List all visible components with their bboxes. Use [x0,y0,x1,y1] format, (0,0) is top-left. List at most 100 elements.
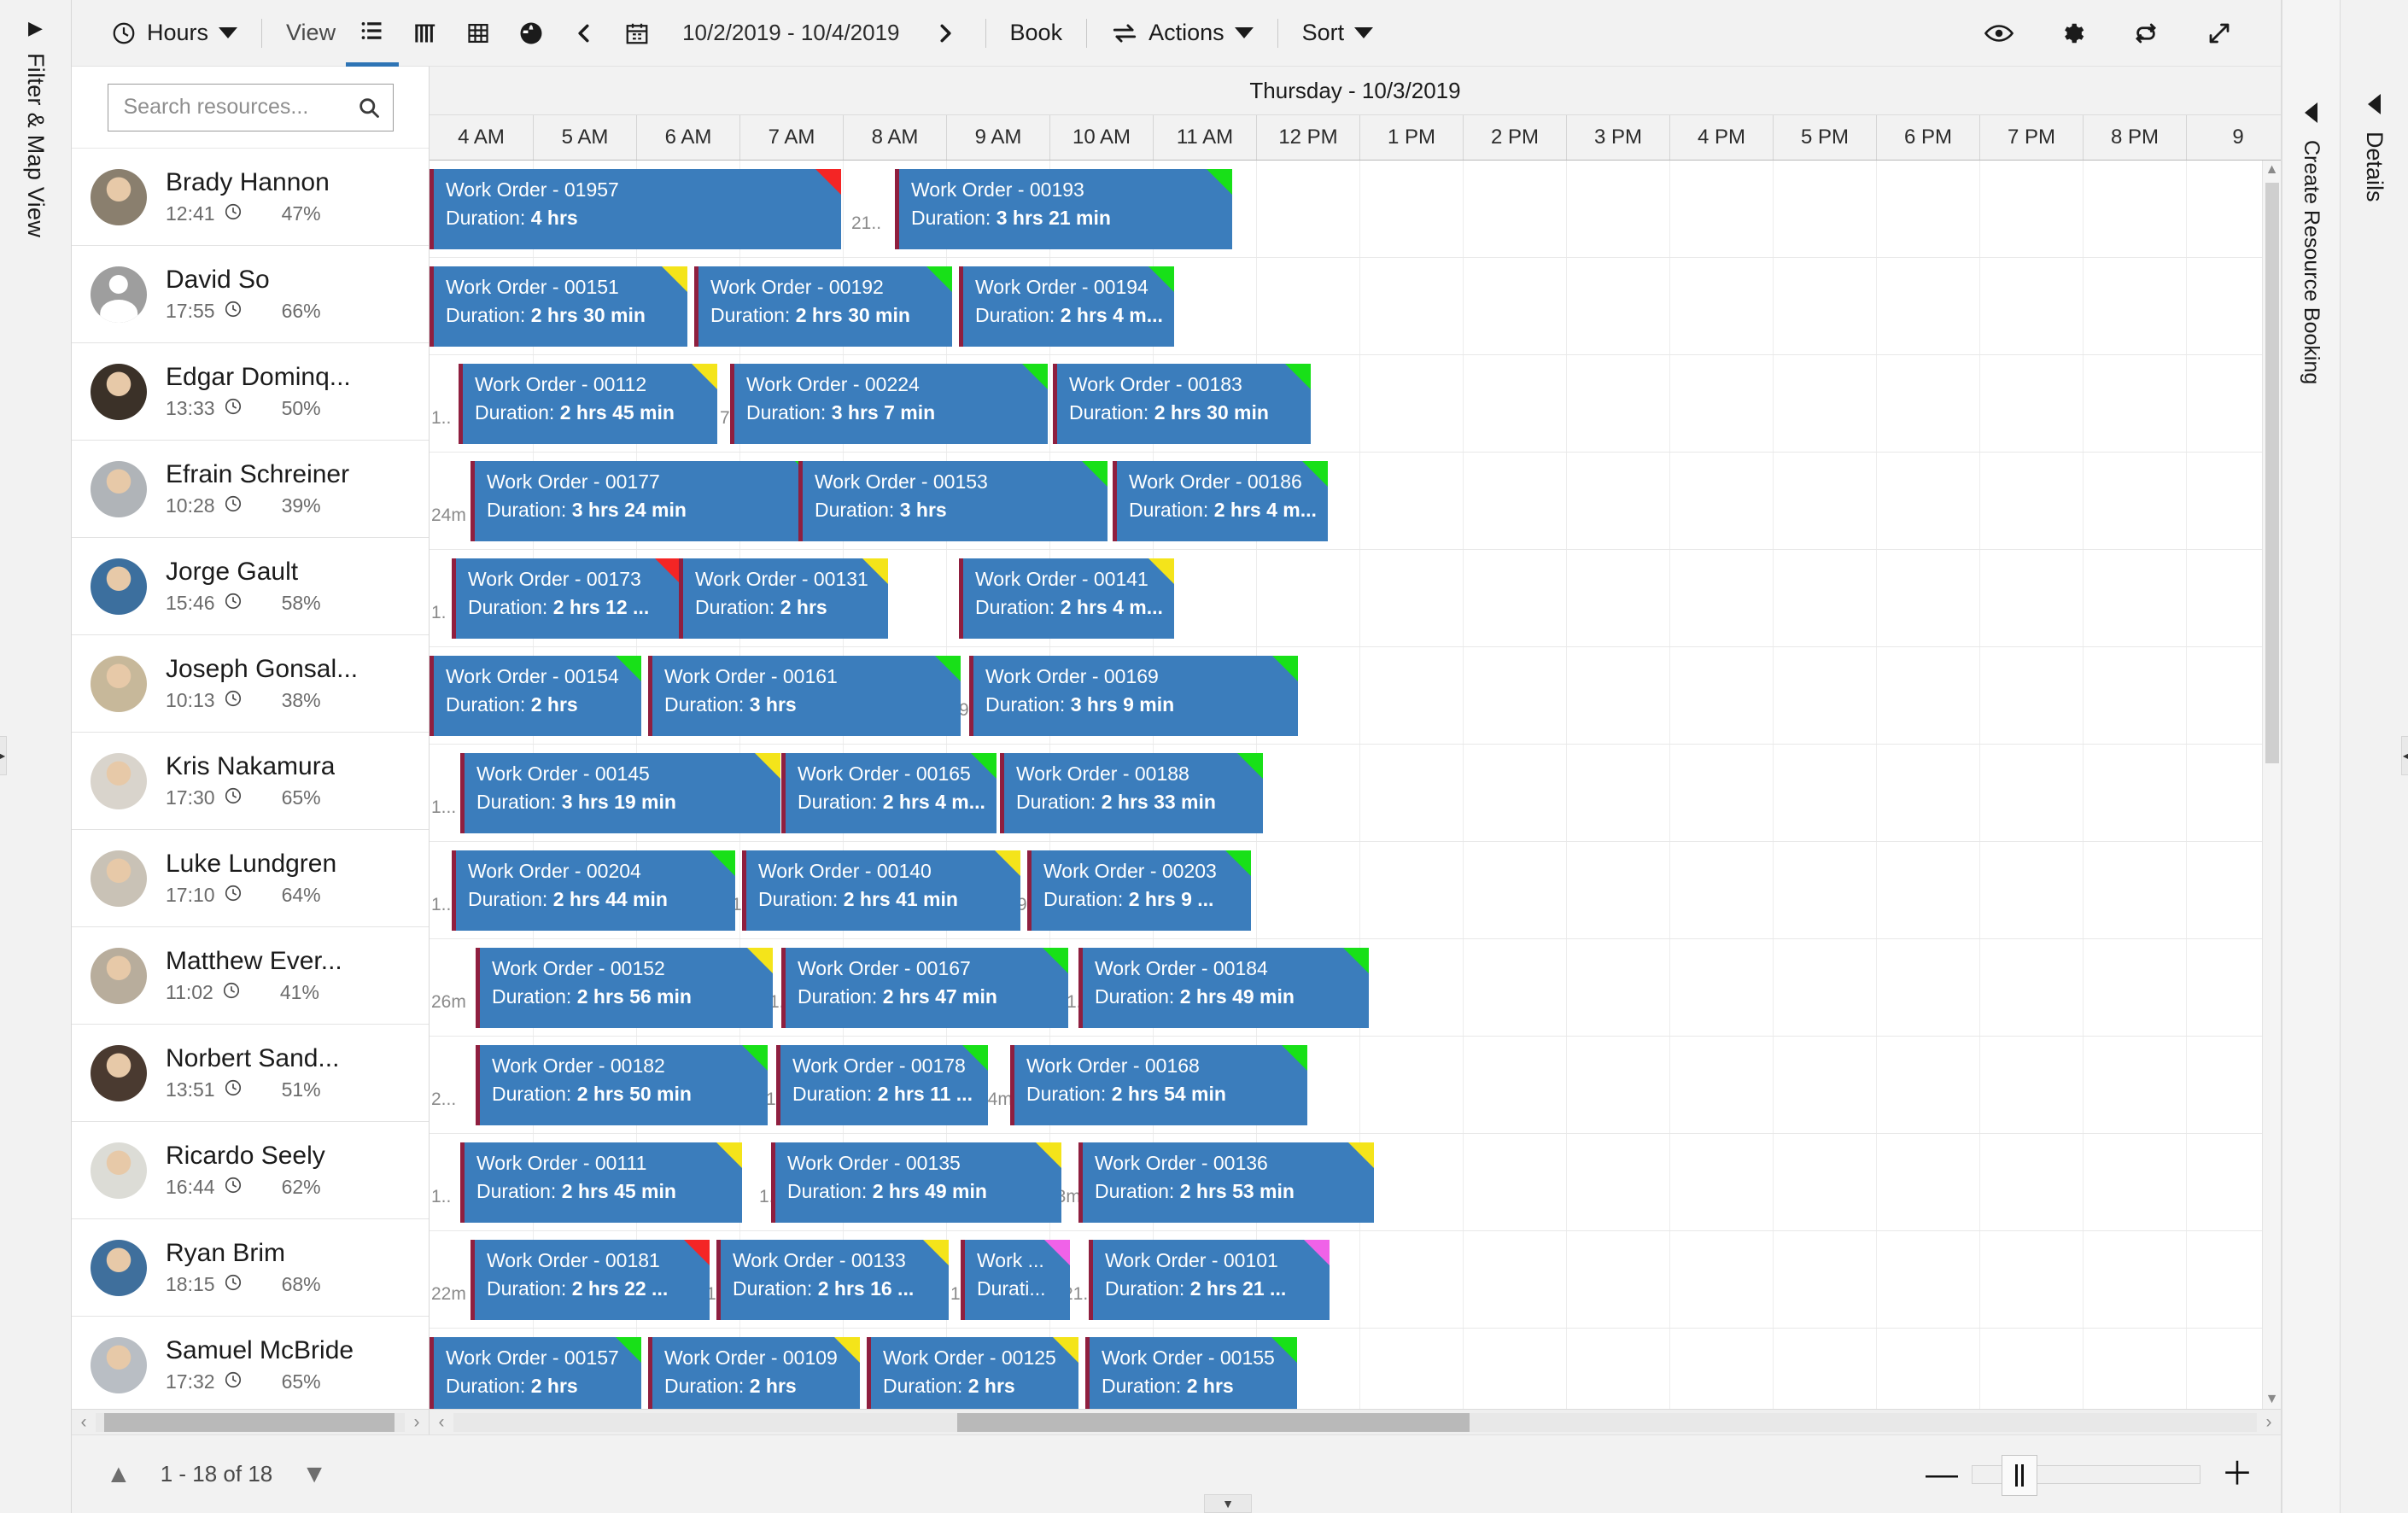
schedule-row[interactable]: 9 Work Order - 00154 Duration: 2 hrs Work O… [430,647,2262,745]
booking-card[interactable]: Work Order - 00188 Duration: 2 hrs 33 min [1000,753,1263,833]
booking-card[interactable]: Work Order - 00224 Duration: 3 hrs 7 min [730,364,1048,444]
booking-card[interactable]: Work Order - 00125 Duration: 2 hrs [867,1337,1078,1409]
chevron-down-icon[interactable] [1234,27,1254,38]
booking-card[interactable]: Work Order - 00145 Duration: 3 hrs 19 min [460,753,780,833]
collapse-right-handle[interactable]: ◀ [2401,736,2408,775]
scroll-down-icon[interactable]: ▼ [2265,1390,2279,1409]
schedule-row[interactable]: 21.. Work Order - 01957 Duration: 4 hrs Wor… [430,161,2262,258]
resource-row[interactable]: Kris Nakamura 17:30 65% [72,733,429,830]
resource-row[interactable]: Jorge Gault 15:46 58% [72,538,429,635]
resource-row[interactable]: Matthew Ever... 11:02 41% [72,927,429,1025]
booking-card[interactable]: Work Order - 00165 Duration: 2 hrs 4 m... [781,753,997,833]
book-button[interactable]: Book [1000,0,1073,67]
booking-card[interactable]: Work Order - 00167 Duration: 2 hrs 47 min [781,948,1068,1028]
booking-card[interactable]: Work Order - 00109 Duration: 2 hrs [648,1337,860,1409]
booking-card[interactable]: Work Order - 00154 Duration: 2 hrs [430,656,641,736]
resource-row[interactable]: Ryan Brim 18:15 68% [72,1219,429,1317]
booking-card[interactable]: Work Order - 00192 Duration: 2 hrs 30 min [694,266,952,347]
booking-card[interactable]: Work Order - 00161 Duration: 3 hrs [648,656,961,736]
scroll-track[interactable] [453,1412,2257,1432]
chevron-down-icon[interactable] [1354,27,1374,38]
resource-row[interactable]: Norbert Sand... 13:51 51% [72,1025,429,1122]
triangle-right-icon[interactable]: ▶ [28,19,43,38]
booking-card[interactable]: Work Order - 00133 Duration: 2 hrs 16 ... [716,1240,949,1320]
booking-card[interactable]: Work Order - 00194 Duration: 2 hrs 4 m... [959,266,1174,347]
resource-hscrollbar[interactable]: ‹ › [72,1409,429,1434]
booking-card[interactable]: Work Order - 00141 Duration: 2 hrs 4 m... [959,558,1174,639]
booking-card[interactable]: Work Order - 00140 Duration: 2 hrs 41 min [742,850,1020,931]
zoom-slider-track[interactable] [1972,1454,2201,1496]
booking-card[interactable]: Work Order - 00168 Duration: 2 hrs 54 min [1010,1045,1307,1125]
booking-card[interactable]: Work Order - 00203 Duration: 2 hrs 9 ... [1027,850,1251,931]
fullscreen-button[interactable] [2187,0,2252,67]
next-period-button[interactable] [919,0,972,67]
schedule-row[interactable]: 1.. 1. 9 Work Order - 00204 Duration: 2 hrs … [430,842,2262,939]
chevron-up-icon[interactable]: ▲ [106,1460,132,1489]
schedule-row[interactable]: 1.. 7 Work Order - 00112 Duration: 2 hrs 45… [430,355,2262,453]
triangle-left-icon[interactable] [2305,102,2317,123]
booking-card[interactable]: Work Order - 00157 Duration: 2 hrs [430,1337,641,1409]
chevron-down-icon[interactable] [219,27,238,38]
booking-card[interactable]: Work Order - 01957 Duration: 4 hrs [430,169,841,249]
booking-card[interactable]: Work Order - 00155 Duration: 2 hrs [1085,1337,1297,1409]
refresh-button[interactable] [2113,0,2178,67]
actions-dropdown[interactable]: Actions [1101,0,1264,67]
visibility-button[interactable] [1967,0,2031,67]
schedule-row[interactable]: 1..1...23mWork Order - 00111Duration: 2 … [430,1134,2262,1231]
schedule-vscrollbar[interactable]: ▲ ▼ [2262,161,2281,1409]
booking-card[interactable]: Work Order - 00111 Duration: 2 hrs 45 min [460,1142,742,1223]
columns-view-button[interactable] [399,0,452,67]
schedule-row[interactable]: 1... Work Order - 00145 Duration: 3 hrs 19… [430,745,2262,842]
booking-card[interactable]: Work ... Durati... [961,1240,1070,1320]
bottom-collapse-handle[interactable]: ▼ [1204,1494,1252,1513]
booking-card[interactable]: Work Order - 00181 Duration: 2 hrs 22 ... [470,1240,710,1320]
grid-view-button[interactable] [452,0,505,67]
vscroll-thumb[interactable] [2265,183,2279,763]
booking-card[interactable]: Work Order - 00135 Duration: 2 hrs 49 min [771,1142,1061,1223]
scroll-thumb[interactable] [957,1412,1470,1432]
resource-row[interactable]: Ricardo Seely 16:44 62% [72,1122,429,1219]
details-rail[interactable]: Details [2340,0,2408,1513]
zoom-out-button[interactable]: — [1926,1458,1958,1491]
booking-card[interactable]: Work Order - 00136 Duration: 2 hrs 53 min [1078,1142,1374,1223]
schedule-row[interactable]: 22m1...1.21..Work Order - 00181Duration:… [430,1231,2262,1329]
booking-card[interactable]: Work Order - 00183 Duration: 2 hrs 30 min [1053,364,1311,444]
hours-dropdown[interactable]: Hours [101,0,248,67]
schedule-row[interactable]: 2... 1. 24m Work Order - 00182 Duration: 2 h… [430,1037,2262,1134]
booking-card[interactable]: Work Order - 00152 Duration: 2 hrs 56 min [476,948,773,1028]
search-icon[interactable] [357,96,381,120]
schedule-row[interactable]: Work Order - 00157 Duration: 2 hrs Work Or… [430,1329,2262,1409]
scroll-thumb[interactable] [104,1412,395,1432]
scroll-track[interactable] [96,1412,405,1432]
triangle-left-icon[interactable] [2368,94,2381,114]
map-view-button[interactable] [505,0,558,67]
schedule-row[interactable]: 26m1...1...Work Order - 00152Duration: 2… [430,939,2262,1037]
resource-row[interactable]: Luke Lundgren 17:10 64% [72,830,429,927]
calendar-picker-button[interactable] [611,0,663,67]
date-range-label[interactable]: 10/2/2019 - 10/4/2019 [663,20,918,46]
search-input[interactable] [123,95,357,120]
zoom-in-button[interactable]: ＋ [2221,1458,2253,1491]
resource-row[interactable]: Edgar Dominq... 13:33 50% [72,343,429,441]
scroll-right-icon[interactable]: › [2257,1412,2281,1433]
chevron-down-icon[interactable]: ▼ [301,1460,327,1489]
previous-period-button[interactable] [558,0,611,67]
schedule-row[interactable]: Work Order - 00151 Duration: 2 hrs 30 min… [430,258,2262,355]
booking-card[interactable]: Work Order - 00112 Duration: 2 hrs 45 min [459,364,717,444]
resource-list[interactable]: Brady Hannon 12:41 47% David So 17:55 66% Edga… [72,149,429,1409]
booking-card[interactable]: Work Order - 00151 Duration: 2 hrs 30 min [430,266,687,347]
resource-row[interactable]: Efrain Schreiner 10:28 39% [72,441,429,538]
schedule-row[interactable]: 24m Work Order - 00177 Duration: 3 hrs 24 … [430,453,2262,550]
booking-card[interactable]: Work Order - 00101 Duration: 2 hrs 21 ... [1089,1240,1330,1320]
zoom-slider-thumb[interactable] [2002,1454,2037,1496]
search-resources-box[interactable] [107,83,394,131]
booking-card[interactable]: Work Order - 00173 Duration: 2 hrs 12 ... [452,558,681,639]
create-resource-booking-rail[interactable]: Create Resource Booking [2282,0,2340,1513]
filter-map-view-rail[interactable]: ▶ Filter & Map View [0,0,72,1513]
scroll-right-icon[interactable]: › [405,1412,429,1433]
booking-grid[interactable]: 21.. Work Order - 01957 Duration: 4 hrs Wor… [430,161,2262,1409]
scroll-up-icon[interactable]: ▲ [2265,161,2279,179]
booking-card[interactable]: Work Order - 00182 Duration: 2 hrs 50 min [476,1045,768,1125]
vscroll-track[interactable] [2263,179,2282,1390]
scroll-left-icon[interactable]: ‹ [430,1412,453,1433]
